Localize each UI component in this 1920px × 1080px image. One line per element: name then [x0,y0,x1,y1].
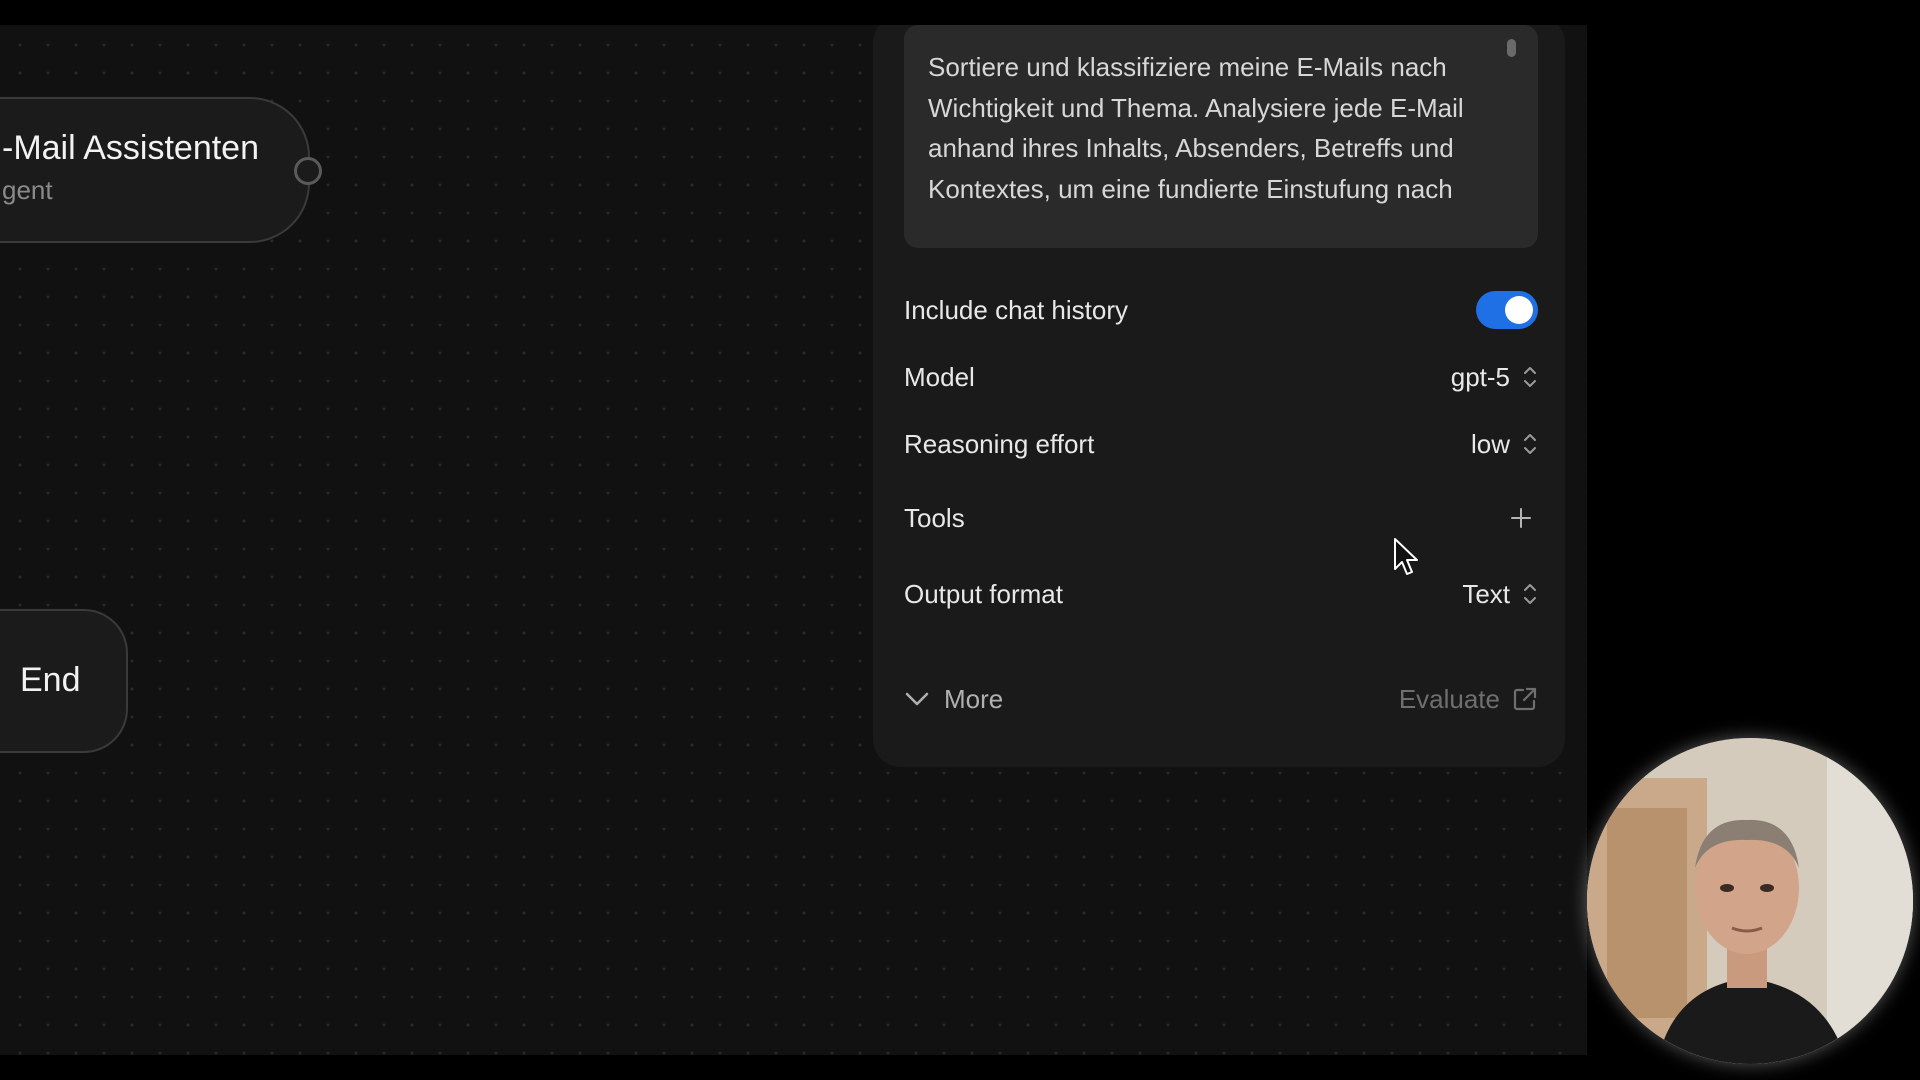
evaluate-label: Evaluate [1398,683,1500,714]
chevron-down-icon [905,692,929,706]
add-tool-plus-icon[interactable] [1510,507,1532,529]
output-format-select[interactable]: Text [1462,579,1538,610]
instructions-field[interactable]: Sortiere und klassifiziere meine E-Mails… [904,25,1538,248]
tools-label: Tools [904,502,965,533]
webcam-overlay [1587,738,1913,1064]
model-label: Model [904,361,975,392]
agent-node[interactable]: -Mail Assistenten gent [0,97,310,243]
model-select[interactable]: gpt-5 [1451,362,1538,393]
agent-node-output-handle[interactable] [294,157,322,185]
external-link-icon [1513,687,1537,711]
reasoning-effort-row: Reasoning effort low [904,414,1538,474]
output-format-value: Text [1462,578,1510,609]
presenter-video-image [1587,738,1913,1064]
chevron-updown-icon [1524,434,1536,454]
toggle-knob [1505,296,1533,324]
end-node[interactable]: End [0,609,128,753]
model-row: Model gpt-5 [904,347,1538,407]
model-value: gpt-5 [1450,361,1510,392]
agent-node-subtitle: gent [2,175,53,205]
mouse-cursor-icon [1394,538,1418,575]
more-button[interactable]: More [904,684,1003,715]
evaluate-button[interactable]: Evaluate [1399,684,1538,715]
include-chat-history-row: Include chat history [904,280,1538,340]
more-label: More [944,683,1004,714]
output-format-label: Output format [904,578,1063,609]
output-format-row: Output format Text [904,564,1538,624]
include-chat-history-label: Include chat history [904,294,1129,325]
chevron-updown-icon [1524,367,1536,387]
agent-node-title: -Mail Assistenten [2,129,259,167]
reasoning-effort-value: low [1470,428,1510,459]
instructions-text[interactable]: Sortiere und klassifiziere meine E-Mails… [928,47,1508,212]
include-chat-history-toggle[interactable] [1476,291,1538,329]
chevron-updown-icon [1524,584,1536,604]
reasoning-effort-select[interactable]: low [1471,429,1538,460]
workflow-canvas[interactable]: -Mail Assistenten gent End Sortiere und … [0,25,1587,1055]
agent-settings-panel: Sortiere und klassifiziere meine E-Mails… [873,25,1565,767]
end-node-title: End [20,661,81,699]
panel-footer: More Evaluate [904,677,1538,721]
tools-row: Tools [904,488,1538,548]
instructions-scrollbar[interactable] [1507,39,1516,57]
reasoning-effort-label: Reasoning effort [904,428,1095,459]
